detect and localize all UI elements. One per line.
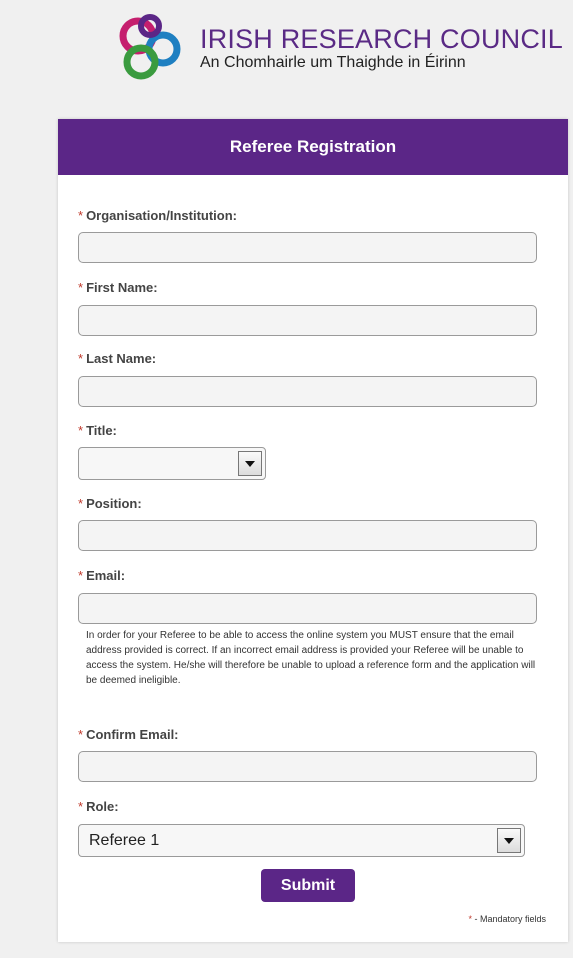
form-title: Referee Registration	[229, 137, 397, 156]
logo-title: IRISH RESEARCH COUNCIL	[200, 24, 563, 54]
role-label: * Role:	[78, 799, 119, 814]
title-label: * Title:	[78, 423, 117, 438]
organisation-input[interactable]	[78, 232, 537, 263]
required-marker: *	[78, 280, 84, 295]
required-marker: *	[468, 914, 472, 924]
confirm-email-label: * Confirm Email:	[78, 727, 179, 742]
required-marker: *	[78, 423, 84, 438]
position-label: * Position:	[78, 496, 142, 511]
form-header: Referee Registration	[58, 119, 568, 175]
organisation-label: * Organisation/Institution:	[78, 208, 237, 223]
required-marker: *	[78, 568, 84, 583]
email-input[interactable]	[78, 593, 537, 624]
first-name-input[interactable]	[78, 305, 537, 336]
required-marker: *	[78, 496, 84, 511]
required-marker: *	[78, 799, 84, 814]
role-select[interactable]: Referee 1	[78, 824, 525, 857]
position-input[interactable]	[78, 520, 537, 551]
role-select-value: Referee 1	[89, 831, 160, 849]
submit-button[interactable]: Submit	[261, 869, 355, 902]
last-name-input[interactable]	[78, 376, 537, 407]
registration-card: Referee Registration * Organisation/Insti…	[58, 119, 568, 942]
email-note: In order for your Referee to be able to …	[86, 630, 536, 686]
mandatory-fields-note: * - Mandatory fields	[468, 914, 546, 924]
irc-logo: IRISH RESEARCH COUNCIL An Chomhairle um …	[108, 14, 563, 84]
irc-logo-icon	[119, 14, 181, 80]
last-name-label: * Last Name:	[78, 351, 157, 366]
first-name-label: * First Name:	[78, 280, 158, 295]
title-select[interactable]	[78, 447, 266, 480]
logo-subtitle: An Chomhairle um Thaighde in Éirinn	[200, 54, 466, 71]
required-marker: *	[78, 208, 84, 223]
required-marker: *	[78, 351, 84, 366]
chevron-down-icon[interactable]	[497, 828, 521, 853]
confirm-email-input[interactable]	[78, 751, 537, 782]
email-label: * Email:	[78, 568, 126, 583]
required-marker: *	[78, 727, 84, 742]
chevron-down-icon[interactable]	[238, 451, 262, 476]
